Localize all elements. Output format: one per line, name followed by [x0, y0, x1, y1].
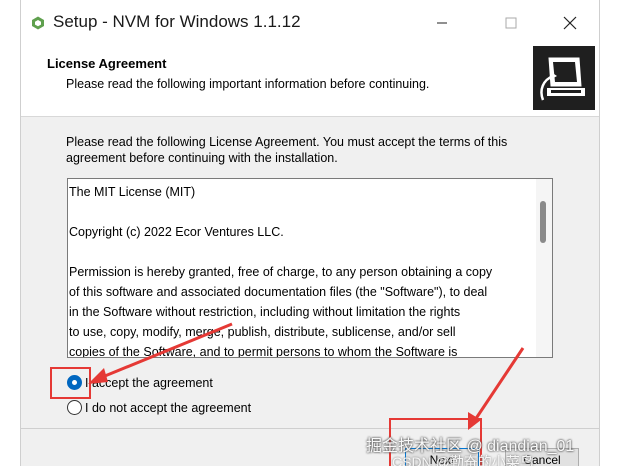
- nodejs-app-icon: [32, 16, 44, 30]
- license-line: [69, 242, 535, 262]
- accept-label: I accept the agreement: [85, 375, 213, 390]
- title-bar[interactable]: Setup - NVM for Windows 1.1.12: [21, 0, 599, 46]
- license-line: Permission is hereby granted, free of ch…: [69, 265, 493, 279]
- maximize-button[interactable]: [488, 0, 534, 46]
- scrollbar-thumb[interactable]: [540, 201, 546, 243]
- decline-agreement-option[interactable]: I do not accept the agreement: [67, 400, 251, 415]
- wizard-header: License Agreement Please read the follow…: [21, 46, 599, 117]
- license-content: The MIT License (MIT) Copyright (c) 2022…: [69, 182, 535, 358]
- intro-line-1: Please read the following License Agreem…: [66, 135, 508, 149]
- license-line: to use, copy, modify, merge, publish, di…: [69, 325, 456, 339]
- license-line: Copyright (c) 2022 Ecor Ventures LLC.: [69, 225, 284, 239]
- minimize-icon: [437, 22, 447, 24]
- decline-label: I do not accept the agreement: [85, 400, 252, 415]
- maximize-icon: [505, 17, 517, 29]
- vertical-scrollbar[interactable]: [536, 179, 552, 357]
- decline-radio-button[interactable]: [67, 400, 82, 415]
- radio-highlight-box: [50, 367, 91, 399]
- license-instructions: Please read the following License Agreem…: [66, 134, 536, 166]
- intro-line-2: agreement before continuing with the ins…: [66, 151, 338, 165]
- license-line: copies of the Software, and to permit pe…: [69, 345, 458, 358]
- license-line: in the Software without restriction, inc…: [69, 305, 461, 319]
- license-line: [69, 202, 535, 222]
- watermark-text-2: CSDN @勤奋的小菜鸟: [392, 454, 534, 466]
- license-text-box[interactable]: The MIT License (MIT) Copyright (c) 2022…: [67, 178, 553, 358]
- close-icon: [563, 16, 577, 30]
- close-button[interactable]: [547, 0, 593, 46]
- setup-window: Setup - NVM for Windows 1.1.12 License A…: [20, 0, 600, 466]
- installer-computer-icon: [533, 46, 595, 110]
- page-subtitle: Please read the following important info…: [66, 77, 430, 91]
- license-line: of this software and associated document…: [69, 285, 488, 299]
- page-title: License Agreement: [47, 56, 167, 71]
- window-title: Setup - NVM for Windows 1.1.12: [53, 12, 301, 31]
- license-line: The MIT License (MIT): [69, 185, 196, 199]
- minimize-button[interactable]: [419, 0, 465, 46]
- footer-divider: [21, 428, 599, 429]
